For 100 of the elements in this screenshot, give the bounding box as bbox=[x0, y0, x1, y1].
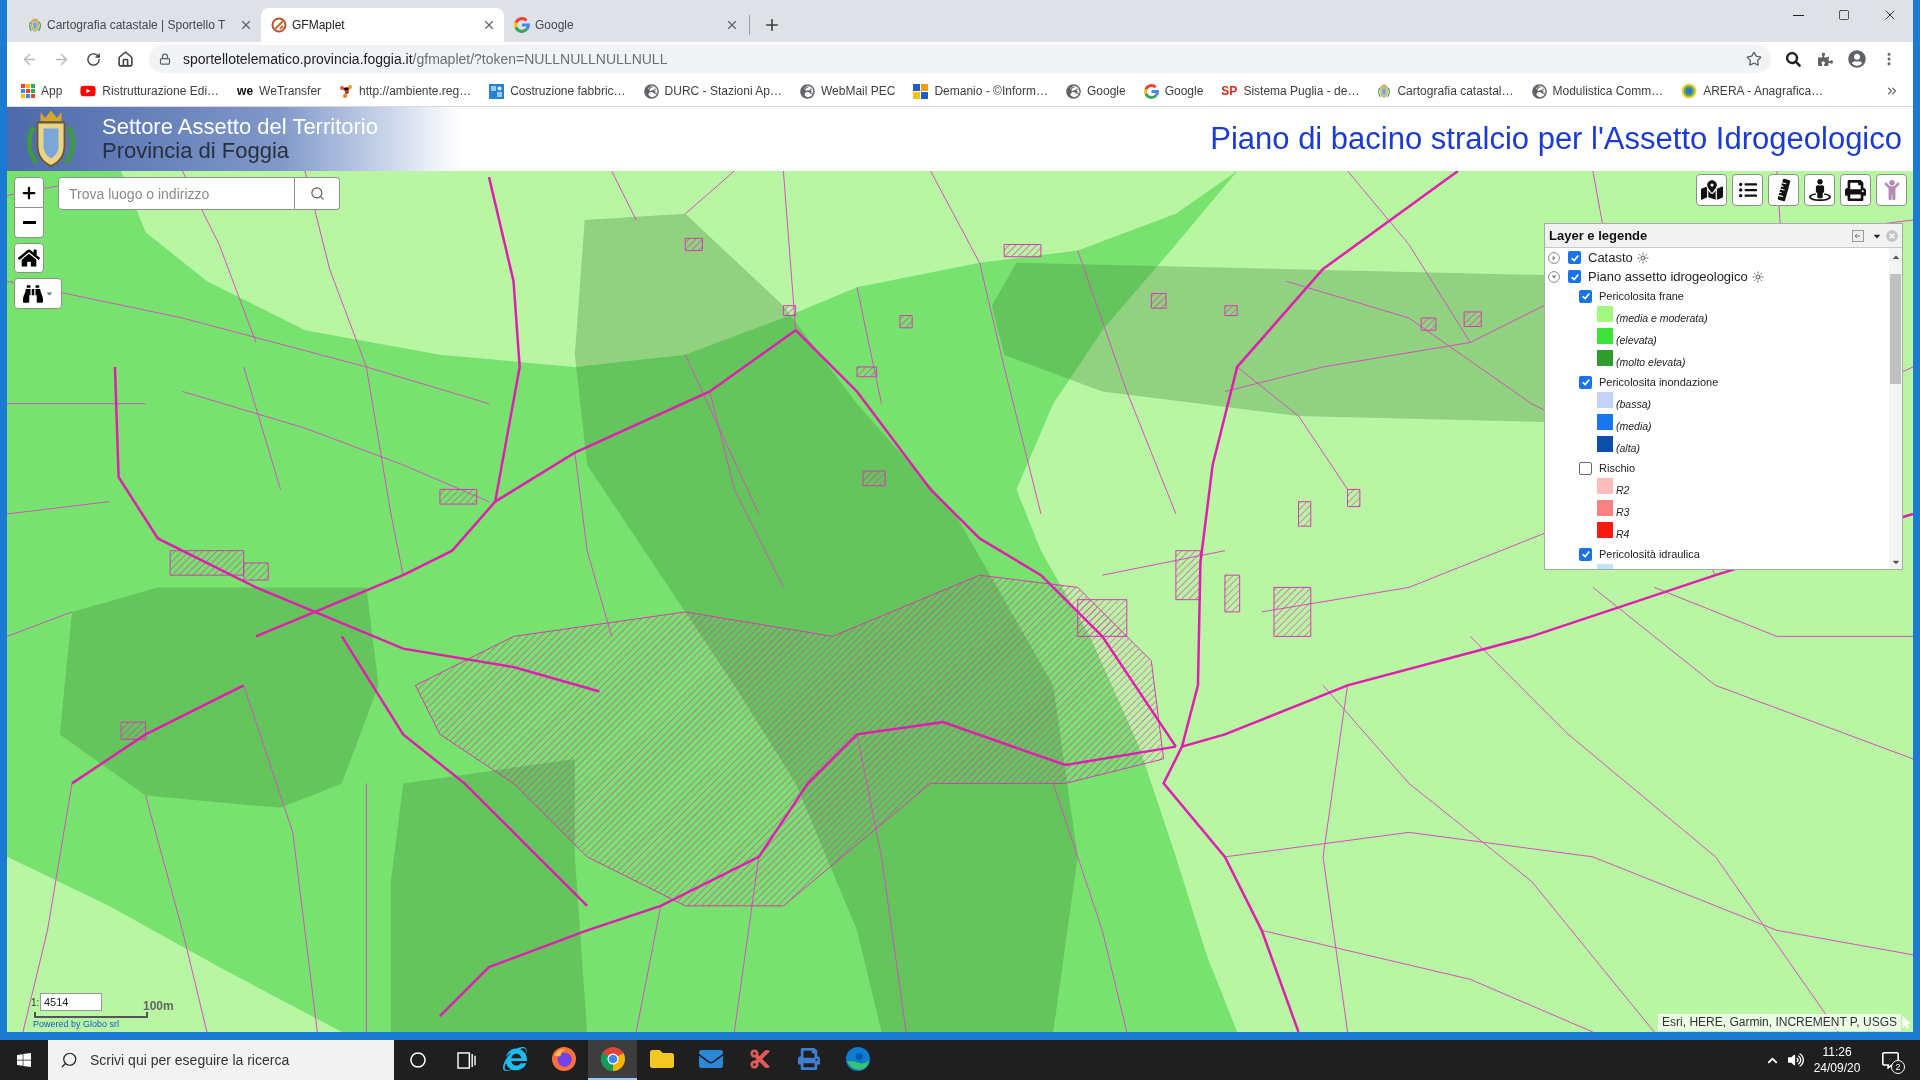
layer-checkbox[interactable] bbox=[1579, 547, 1592, 561]
minimize-icon bbox=[1792, 14, 1804, 16]
close-icon[interactable] bbox=[239, 18, 253, 32]
layer-checkbox[interactable] bbox=[1568, 270, 1581, 283]
home-icon bbox=[18, 247, 40, 269]
layer-label: Piano assetto idrogeologico bbox=[1588, 267, 1748, 286]
folder-icon bbox=[649, 1047, 674, 1071]
figure-button[interactable] bbox=[1876, 174, 1907, 206]
bookmark[interactable]: http://ambiente.reg… bbox=[333, 79, 478, 103]
bookmark[interactable]: Google bbox=[1137, 79, 1210, 103]
star-icon[interactable] bbox=[1746, 51, 1762, 67]
bookmark[interactable]: Modulistica Comm… bbox=[1525, 79, 1670, 103]
layer-label: Pericolosità idraulica bbox=[1599, 546, 1700, 562]
plus-icon bbox=[763, 16, 781, 34]
scrollbar-thumb[interactable] bbox=[1890, 274, 1901, 384]
close-icon[interactable] bbox=[725, 18, 739, 32]
browser-tab[interactable]: Cartografia catastale | Sportello T bbox=[18, 8, 261, 42]
scrollbar[interactable] bbox=[1889, 248, 1902, 569]
bookmark[interactable]: Ristrutturazione Edi… bbox=[74, 79, 226, 103]
mail-icon bbox=[698, 1047, 723, 1071]
layer-checkbox[interactable] bbox=[1568, 251, 1581, 264]
scale-field[interactable]: 4514 bbox=[40, 993, 102, 1011]
maximize-icon bbox=[1838, 9, 1850, 21]
layer-checkbox[interactable] bbox=[1579, 375, 1592, 389]
tile-icon bbox=[489, 83, 505, 99]
taskbar-app[interactable] bbox=[588, 1040, 637, 1080]
browser-tab[interactable]: Google bbox=[504, 8, 747, 42]
address-field[interactable]: sportellotelematico.provincia.foggia.it/gfmaplet/?token=NULLNULLNULLNULL bbox=[149, 45, 1771, 73]
printer-icon bbox=[1845, 179, 1866, 201]
bookmark[interactable]: WebMail PEC bbox=[793, 79, 902, 103]
firefox-icon bbox=[551, 1047, 576, 1071]
ruler-button[interactable] bbox=[1768, 174, 1799, 206]
page-title: Piano di bacino stralcio per l'Assetto Idrogeologico bbox=[1210, 121, 1903, 157]
bookmark[interactable]: DURC - Stazioni Ap… bbox=[637, 79, 788, 103]
layer-checkbox[interactable] bbox=[1579, 289, 1592, 303]
list-icon bbox=[1738, 181, 1757, 199]
more-icon[interactable] bbox=[1885, 84, 1899, 98]
binoculars-button[interactable] bbox=[14, 278, 62, 309]
search-icon bbox=[60, 1051, 78, 1069]
layer-label: Pericolosita inondazione bbox=[1599, 374, 1719, 390]
bookmark[interactable]: SP Sistema Puglia - de… bbox=[1215, 79, 1366, 103]
clock-time[interactable]: 11:26 bbox=[1822, 1044, 1852, 1060]
attribution-text: Esri, HERE, Garmin, INCREMENT P, USGS bbox=[1658, 1014, 1901, 1031]
bookmark[interactable]: Costruzione fabbric… bbox=[483, 79, 632, 103]
close-icon[interactable] bbox=[482, 18, 496, 32]
bookmark[interactable]: App bbox=[15, 79, 69, 103]
bookmark[interactable]: Demanio - ©Inform… bbox=[907, 79, 1054, 103]
search-icon bbox=[309, 186, 325, 201]
scissors-icon bbox=[748, 1048, 771, 1070]
cursor-icon bbox=[1901, 1016, 1912, 1029]
logo-text: SP bbox=[1221, 85, 1238, 97]
expand-toggle-icon[interactable] bbox=[1548, 270, 1560, 283]
notifications-button[interactable]: 2 bbox=[1866, 1040, 1914, 1080]
map-pin-icon bbox=[1700, 179, 1723, 201]
home-icon bbox=[116, 50, 134, 68]
search-field[interactable]: Trova luogo o indirizzo bbox=[58, 177, 295, 210]
notification-count: 2 bbox=[1891, 1060, 1905, 1074]
emblem-icon bbox=[1377, 83, 1392, 99]
task-view-icon bbox=[456, 1051, 476, 1069]
globe-icon bbox=[643, 83, 659, 99]
province-name: Provincia di Foggia bbox=[102, 139, 291, 163]
list-button[interactable] bbox=[1732, 174, 1763, 206]
windows-icon bbox=[16, 1052, 32, 1068]
search-icon bbox=[1785, 51, 1801, 67]
layer-label: Pericolosita frane bbox=[1599, 288, 1684, 304]
bookmark[interactable]: ARERA - Anagrafica… bbox=[1675, 79, 1830, 103]
printer-icon bbox=[797, 1048, 820, 1070]
sun-icon[interactable] bbox=[1636, 251, 1649, 264]
map-button[interactable] bbox=[1696, 174, 1727, 206]
expand-toggle-icon[interactable] bbox=[1548, 251, 1560, 264]
person-button[interactable] bbox=[1804, 174, 1835, 206]
legend-label: (media e moderata) bbox=[1616, 312, 1708, 325]
layer-checkbox[interactable] bbox=[1579, 461, 1592, 475]
apps-grid-icon bbox=[21, 84, 35, 98]
bookmark[interactable]: Google bbox=[1059, 79, 1132, 103]
google-icon bbox=[1143, 83, 1159, 99]
print-button[interactable] bbox=[1840, 174, 1871, 206]
bookmark[interactable]: Cartografia catastal… bbox=[1371, 79, 1520, 103]
avatar-icon bbox=[1848, 50, 1866, 68]
globe-icon bbox=[1531, 83, 1547, 99]
scale-bar-icon bbox=[34, 1012, 148, 1018]
minus-icon bbox=[22, 221, 36, 224]
dock-icon[interactable] bbox=[1852, 229, 1864, 242]
globe-icon bbox=[799, 83, 815, 99]
sun-icon[interactable] bbox=[1751, 270, 1764, 283]
browser-tab[interactable]: GFMaplet bbox=[261, 8, 504, 42]
search-field[interactable]: Scrivi qui per eseguire la ricerca bbox=[48, 1040, 394, 1080]
layer-label: Catasto bbox=[1588, 248, 1633, 267]
emblem-icon bbox=[28, 17, 42, 33]
bookmark[interactable]: we WeTransfer bbox=[231, 79, 328, 103]
home-button[interactable] bbox=[14, 243, 44, 273]
credit-link[interactable]: Powered by Globo srl bbox=[33, 1019, 120, 1030]
dots-icon bbox=[339, 84, 354, 98]
lock-icon bbox=[159, 53, 171, 65]
zoom-out-button[interactable] bbox=[14, 208, 44, 238]
zoom-in-button[interactable] bbox=[14, 177, 44, 208]
caret-down-icon bbox=[44, 289, 54, 298]
clock-date[interactable]: 24/09/20 bbox=[1813, 1060, 1861, 1076]
chrome-icon bbox=[600, 1047, 625, 1071]
message-icon bbox=[1881, 1051, 1899, 1069]
